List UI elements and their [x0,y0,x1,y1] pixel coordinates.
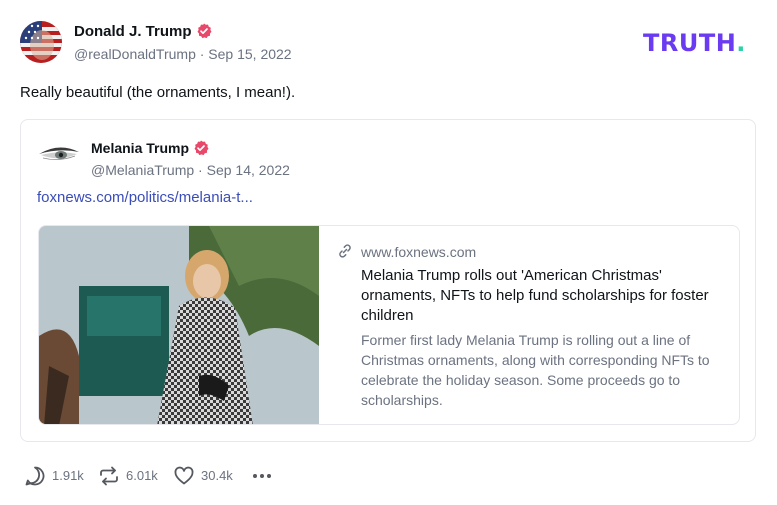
quoted-post-link[interactable]: foxnews.com/politics/melania-t... [37,189,253,206]
brand-text: TRUTH [643,29,737,57]
link-preview-title[interactable]: Melania Trump rolls out 'American Christ… [361,266,711,326]
verified-badge-icon [197,23,212,39]
quoted-author-name-text[interactable]: Melania Trump [91,140,189,156]
quoted-avatar-image [37,140,81,168]
brand-dot: . [736,29,746,57]
retruth-icon [100,466,118,486]
like-count: 30.4k [201,468,233,483]
link-icon [339,244,351,258]
author-handle-date[interactable]: @realDonaldTrump · Sep 15, 2022 [74,46,292,62]
reply-icon [25,466,45,486]
quoted-author-handle-date[interactable]: @MelaniaTrump · Sep 14, 2022 [91,162,290,178]
link-preview-domain: www.foxnews.com [361,244,477,260]
post-text: Really beautiful (the ornaments, I mean!… [20,84,296,101]
verified-badge-icon [194,140,209,156]
heart-icon [174,466,194,485]
truth-post: Donald J. Trump @realDonaldTrump · Sep 1… [0,0,777,505]
link-preview-photo [39,226,319,424]
truth-social-logo: TRUTH. [643,29,746,57]
author-avatar-image [20,21,62,63]
quoted-author-avatar[interactable] [37,140,81,168]
author-name-text[interactable]: Donald J. Trump [74,23,192,40]
reply-count: 1.91k [52,468,84,483]
retruth-count: 6.01k [126,468,158,483]
more-options-button[interactable] [251,463,275,487]
link-preview-image[interactable] [39,226,319,424]
author-name[interactable]: Donald J. Trump [74,23,212,40]
author-avatar[interactable] [20,21,62,63]
quoted-author-name[interactable]: Melania Trump [91,140,209,156]
link-preview-description: Former first lady Melania Trump is rolli… [361,332,710,408]
quoted-post[interactable]: Melania Trump @MelaniaTrump · Sep 14, 20… [20,119,756,442]
more-options-icon [253,474,271,478]
link-preview-card[interactable]: www.foxnews.com Melania Trump rolls out … [38,225,740,425]
